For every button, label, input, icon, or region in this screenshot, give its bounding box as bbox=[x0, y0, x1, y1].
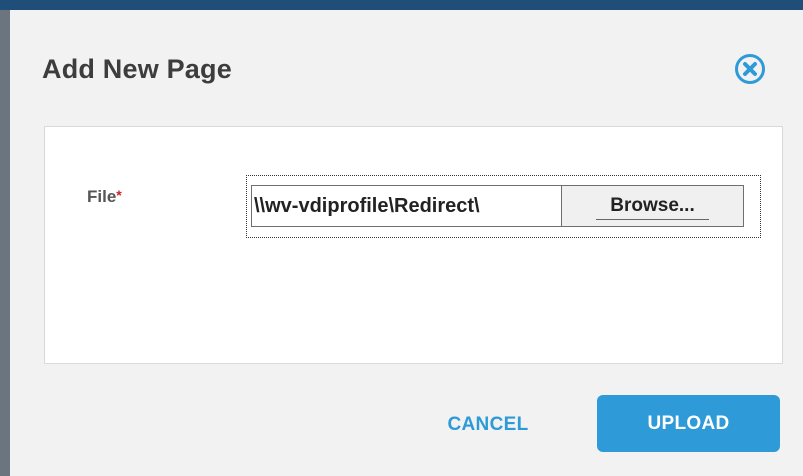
browse-button-label: Browse... bbox=[596, 193, 709, 220]
file-input[interactable]: \\wv-vdiprofile\Redirect\ Browse... bbox=[246, 175, 761, 238]
backdrop-header-strip bbox=[0, 0, 803, 10]
upload-button[interactable]: UPLOAD bbox=[597, 395, 780, 452]
circle-x-icon bbox=[735, 54, 765, 84]
cancel-button[interactable]: CANCEL bbox=[434, 405, 542, 445]
file-label-text: File bbox=[87, 187, 117, 206]
dialog-title: Add New Page bbox=[42, 54, 232, 84]
dialog-header: Add New Page bbox=[10, 10, 803, 128]
required-asterisk: * bbox=[116, 187, 122, 203]
add-page-dialog: Add New Page File* \\wv-vdiprofile\Redir… bbox=[10, 10, 803, 476]
browse-button[interactable]: Browse... bbox=[561, 185, 744, 227]
file-path-field[interactable]: \\wv-vdiprofile\Redirect\ bbox=[251, 185, 561, 227]
form-panel: File* \\wv-vdiprofile\Redirect\ Browse..… bbox=[44, 126, 783, 364]
file-field-label: File* bbox=[87, 187, 122, 207]
close-button[interactable] bbox=[734, 53, 766, 85]
